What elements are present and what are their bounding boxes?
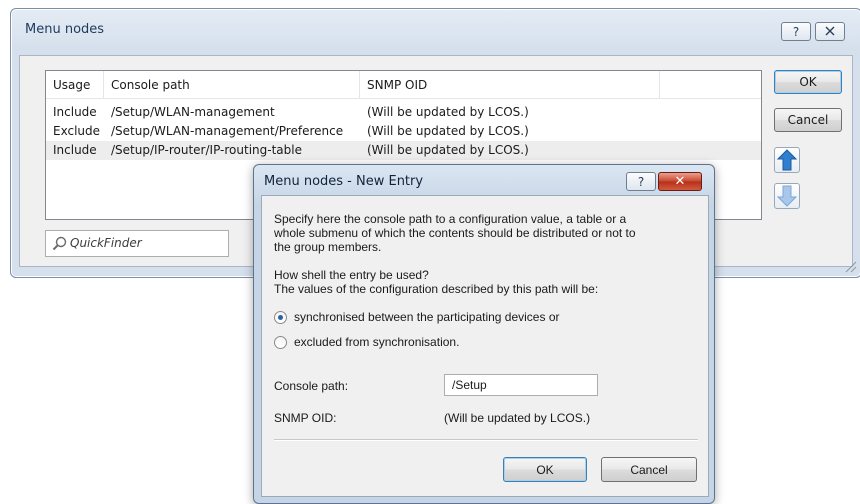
ok-button[interactable]: OK: [774, 70, 842, 94]
arrow-up-icon: [775, 149, 799, 175]
separator: [274, 439, 698, 441]
column-header-snmp-oid[interactable]: SNMP OID: [360, 71, 660, 99]
column-header-usage[interactable]: Usage: [46, 71, 104, 99]
move-up-button[interactable]: [774, 147, 800, 173]
console-path-cell: /Setup/WLAN-management/Preference: [111, 124, 344, 138]
column-header-console-path[interactable]: Console path: [104, 71, 360, 99]
radio-synchronised[interactable]: [274, 311, 287, 324]
table-header: Usage Console path SNMP OID: [46, 71, 761, 99]
dialog-content: Specify here the console path to a confi…: [261, 195, 709, 497]
snmp-oid-label: SNMP OID:: [274, 411, 337, 425]
question-text-line-1: How shell the entry be used?: [274, 268, 429, 282]
snmp-oid-cell: (Will be updated by LCOS.): [367, 105, 529, 119]
cancel-button[interactable]: Cancel: [774, 108, 842, 132]
console-path-label: Console path:: [274, 379, 349, 393]
console-path-cell: /Setup/WLAN-management: [111, 105, 275, 119]
dialog-cancel-button[interactable]: Cancel: [601, 457, 697, 482]
intro-text-line-2: whole submenu of which the contents shou…: [274, 226, 636, 240]
snmp-oid-value: (Will be updated by LCOS.): [444, 411, 591, 425]
intro-text-line-1: Specify here the console path to a confi…: [274, 212, 627, 226]
close-icon: [825, 25, 835, 39]
question-text-line-2: The values of the configuration describe…: [274, 282, 599, 296]
close-button[interactable]: [815, 22, 845, 41]
window-title: Menu nodes: [25, 22, 105, 37]
dialog-ok-button[interactable]: OK: [503, 457, 587, 482]
table-row[interactable]: Include /Setup/WLAN-management (Will be …: [46, 103, 761, 122]
usage-cell: Include: [53, 143, 97, 157]
move-down-button[interactable]: [774, 183, 800, 209]
new-entry-dialog: Menu nodes - New Entry ? ✕ Specify here …: [253, 164, 715, 504]
close-icon: ✕: [674, 174, 686, 189]
dialog-help-button[interactable]: ?: [626, 172, 656, 191]
dialog-close-button[interactable]: ✕: [658, 172, 702, 191]
quickfinder-placeholder: QuickFinder: [70, 236, 142, 250]
arrow-down-icon: [775, 185, 799, 211]
usage-cell: Include: [53, 105, 97, 119]
quickfinder-input[interactable]: QuickFinder: [45, 230, 229, 257]
console-path-input[interactable]: /Setup: [444, 374, 598, 396]
radio-excluded-label[interactable]: excluded from synchronisation.: [294, 335, 459, 349]
resize-grip-icon[interactable]: [843, 259, 857, 273]
usage-cell: Exclude: [53, 124, 101, 138]
intro-text-line-3: the group members.: [274, 240, 382, 254]
dialog-title: Menu nodes - New Entry: [264, 174, 424, 189]
search-icon: [52, 236, 68, 252]
console-path-cell: /Setup/IP-router/IP-routing-table: [111, 143, 302, 157]
table-row[interactable]: Exclude /Setup/WLAN-management/Preferenc…: [46, 122, 761, 141]
table-row-selected[interactable]: Include /Setup/IP-router/IP-routing-tabl…: [46, 141, 761, 160]
help-button[interactable]: ?: [781, 22, 811, 41]
radio-excluded[interactable]: [274, 336, 287, 349]
snmp-oid-cell: (Will be updated by LCOS.): [367, 124, 529, 138]
radio-synchronised-label[interactable]: synchronised between the participating d…: [294, 310, 560, 324]
snmp-oid-cell: (Will be updated by LCOS.): [367, 143, 529, 157]
